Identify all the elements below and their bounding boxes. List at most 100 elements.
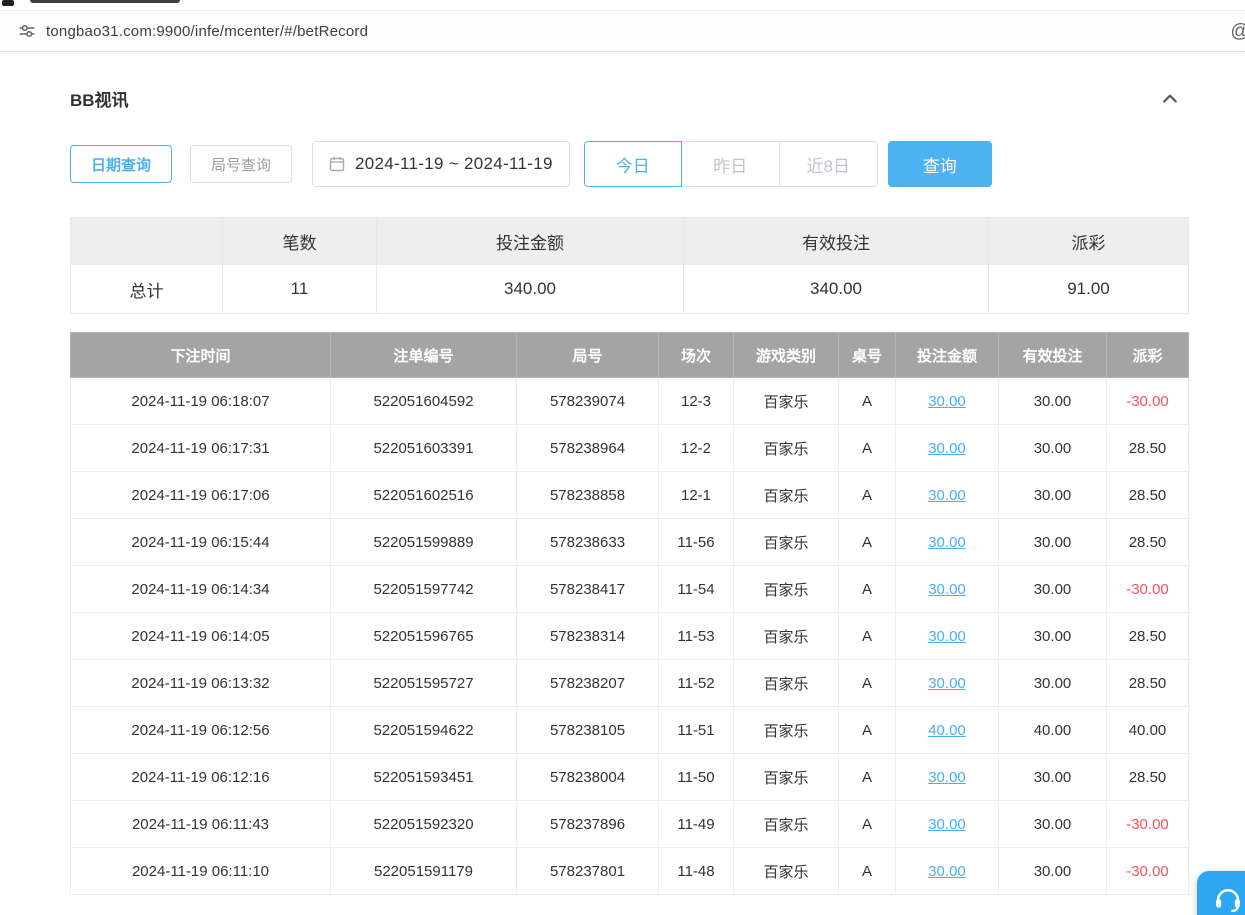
bet-time-cell: 2024-11-19 06:11:10 [71,848,331,895]
round-query-button[interactable]: 局号查询 [190,145,292,183]
game-type-cell: 百家乐 [734,425,839,472]
table-number-cell: A [839,378,896,425]
table-row: 2024-11-19 06:12:16522051593451578238004… [71,754,1189,801]
bet-amount-link[interactable]: 30.00 [928,581,966,598]
payout-cell: 28.50 [1107,613,1189,660]
table-number-cell: A [839,660,896,707]
bet-amount-link[interactable]: 40.00 [928,722,966,739]
payout-cell: -30.00 [1107,566,1189,613]
header-table-number: 桌号 [839,333,896,378]
session-cell: 11-54 [659,566,734,613]
valid-bet-cell: 30.00 [999,566,1107,613]
yesterday-button[interactable]: 昨日 [682,141,780,187]
order-number-cell: 522051594622 [331,707,517,754]
session-cell: 11-52 [659,660,734,707]
session-cell: 11-56 [659,519,734,566]
table-body: 2024-11-19 06:18:07522051604592578239074… [71,378,1189,895]
bet-record-page: BB视讯 日期查询 局号查询 2024-11-19 ~ 2024-11-19 今… [0,52,1245,895]
summary-count-value: 11 [223,265,377,314]
summary-header-blank [71,218,223,265]
last-8-days-button[interactable]: 近8日 [780,141,878,187]
round-number-cell: 578238207 [517,660,659,707]
order-number-cell: 522051602516 [331,472,517,519]
today-button[interactable]: 今日 [584,141,682,187]
browser-url-bar[interactable]: tongbao31.com:9900/infe/mcenter/#/betRec… [0,10,1245,52]
table-header-row: 下注时间 注单编号 局号 场次 游戏类别 桌号 投注金额 有效投注 派彩 [71,333,1189,378]
url-text[interactable]: tongbao31.com:9900/infe/mcenter/#/betRec… [46,23,368,40]
bet-amount-link[interactable]: 30.00 [928,440,966,457]
browser-extension-icon[interactable]: @ [1228,20,1245,44]
bet-time-cell: 2024-11-19 06:18:07 [71,378,331,425]
payout-cell: -30.00 [1107,801,1189,848]
browser-tab-strip [0,0,1245,10]
table-row: 2024-11-19 06:18:07522051604592578239074… [71,378,1189,425]
bet-amount-link[interactable]: 30.00 [928,675,966,692]
payout-cell: -30.00 [1107,378,1189,425]
section-header: BB视讯 [70,86,1188,111]
date-range-input[interactable]: 2024-11-19 ~ 2024-11-19 [312,141,570,187]
round-number-cell: 578238417 [517,566,659,613]
summary-table: 笔数 投注金额 有效投注 派彩 总计 11 340.00 340.00 91.0… [70,217,1189,314]
order-number-cell: 522051593451 [331,754,517,801]
valid-bet-cell: 30.00 [999,519,1107,566]
round-number-cell: 578237801 [517,848,659,895]
table-number-cell: A [839,425,896,472]
round-number-cell: 578239074 [517,378,659,425]
bet-amount-cell: 30.00 [896,378,999,425]
game-type-cell: 百家乐 [734,613,839,660]
header-payout: 派彩 [1107,333,1189,378]
browser-tab-edge [30,0,180,3]
game-type-cell: 百家乐 [734,519,839,566]
table-row: 2024-11-19 06:13:32522051595727578238207… [71,660,1189,707]
bet-amount-link[interactable]: 30.00 [928,863,966,880]
table-row: 2024-11-19 06:17:06522051602516578238858… [71,472,1189,519]
summary-payout-value: 91.00 [989,265,1189,314]
date-range-value[interactable]: 2024-11-19 ~ 2024-11-19 [355,154,553,174]
header-bet-time: 下注时间 [71,333,331,378]
order-number-cell: 522051596765 [331,613,517,660]
session-cell: 12-3 [659,378,734,425]
bet-amount-cell: 30.00 [896,566,999,613]
header-bet-amount: 投注金额 [896,333,999,378]
round-number-cell: 578237896 [517,801,659,848]
date-query-button[interactable]: 日期查询 [70,145,172,183]
site-settings-icon[interactable] [12,16,42,46]
bet-time-cell: 2024-11-19 06:11:43 [71,801,331,848]
session-cell: 11-49 [659,801,734,848]
search-button[interactable]: 查询 [888,141,992,187]
payout-cell: 28.50 [1107,660,1189,707]
order-number-cell: 522051591179 [331,848,517,895]
summary-total-label: 总计 [71,265,223,314]
game-type-cell: 百家乐 [734,472,839,519]
bet-amount-link[interactable]: 30.00 [928,393,966,410]
game-type-cell: 百家乐 [734,707,839,754]
collapse-chevron-up-icon[interactable] [1160,89,1180,109]
bet-time-cell: 2024-11-19 06:17:31 [71,425,331,472]
bet-amount-cell: 30.00 [896,425,999,472]
bet-amount-cell: 30.00 [896,519,999,566]
valid-bet-cell: 40.00 [999,707,1107,754]
bet-amount-link[interactable]: 30.00 [928,487,966,504]
summary-valid-bet-value: 340.00 [684,265,989,314]
summary-header-row: 笔数 投注金额 有效投注 派彩 [71,218,1189,265]
customer-service-button[interactable] [1197,871,1245,915]
bet-amount-cell: 30.00 [896,613,999,660]
bet-amount-link[interactable]: 30.00 [928,816,966,833]
bet-amount-link[interactable]: 30.00 [928,628,966,645]
bet-time-cell: 2024-11-19 06:14:34 [71,566,331,613]
bet-time-cell: 2024-11-19 06:13:32 [71,660,331,707]
session-cell: 12-2 [659,425,734,472]
bet-amount-cell: 40.00 [896,707,999,754]
bet-amount-link[interactable]: 30.00 [928,769,966,786]
order-number-cell: 522051603391 [331,425,517,472]
payout-cell: 28.50 [1107,754,1189,801]
summary-total-row: 总计 11 340.00 340.00 91.00 [71,265,1189,314]
round-number-cell: 578238858 [517,472,659,519]
calendar-icon [329,156,345,172]
bet-amount-link[interactable]: 30.00 [928,534,966,551]
table-number-cell: A [839,707,896,754]
table-number-cell: A [839,848,896,895]
table-row: 2024-11-19 06:14:34522051597742578238417… [71,566,1189,613]
bet-time-cell: 2024-11-19 06:12:16 [71,754,331,801]
game-type-cell: 百家乐 [734,801,839,848]
